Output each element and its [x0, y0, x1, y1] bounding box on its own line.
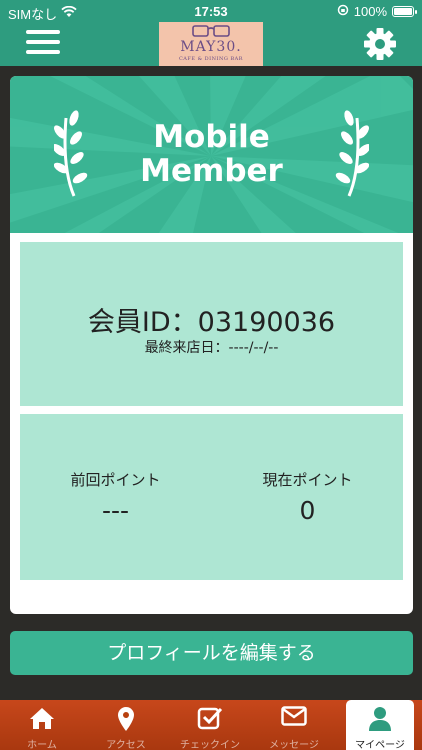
tab-access[interactable]: アクセス	[84, 700, 168, 750]
tab-access-label: アクセス	[106, 740, 146, 750]
member-info-panel: 会員ID：03190036 最終来店日：----/--/--	[20, 242, 403, 406]
brand-logo: MAY30. CAFE & DINING BAR	[159, 22, 263, 66]
status-bar: SIMなし 17:53 100%	[0, 0, 422, 22]
app-header: MAY30. CAFE & DINING BAR	[0, 22, 422, 66]
menu-icon-line	[26, 30, 60, 34]
tab-mypage-label: マイページ	[355, 740, 405, 750]
edit-profile-button[interactable]: プロフィールを編集する	[10, 631, 413, 675]
settings-button[interactable]	[363, 27, 397, 61]
last-visit-date: 最終来店日：----/--/--	[144, 340, 279, 356]
gear-icon	[364, 28, 396, 60]
glasses-icon	[192, 25, 230, 37]
tab-mypage[interactable]: マイページ	[346, 700, 414, 750]
tab-message[interactable]: メッセージ	[252, 700, 336, 750]
current-points-label: 現在ポイント	[262, 471, 353, 489]
home-icon	[30, 708, 54, 729]
member-banner: Mobile Member	[10, 76, 413, 233]
menu-icon-line	[26, 40, 60, 44]
user-icon	[369, 707, 391, 731]
logo-title: MAY30.	[180, 39, 242, 55]
membership-card: Mobile Member 会員ID：03190036 最終来店日：----/-…	[10, 76, 413, 614]
current-points-value: 0	[299, 496, 316, 525]
tab-home-label: ホーム	[27, 740, 57, 750]
logo-subtitle: CAFE & DINING BAR	[178, 56, 244, 62]
tab-message-label: メッセージ	[269, 740, 319, 750]
hamburger-menu-button[interactable]	[26, 30, 60, 58]
points-panel: 前回ポイント --- 現在ポイント 0	[20, 414, 403, 580]
tab-checkin[interactable]: チェックイン	[168, 700, 252, 750]
envelope-icon	[281, 706, 307, 726]
rotation-lock-icon	[337, 4, 349, 19]
status-right: 100%	[337, 4, 417, 19]
map-pin-icon	[118, 707, 134, 731]
member-id: 会員ID：03190036	[87, 307, 336, 338]
tab-checkin-label: チェックイン	[180, 740, 240, 750]
menu-icon-line	[26, 50, 60, 54]
laurel-icon	[335, 110, 369, 197]
tab-home[interactable]: ホーム	[0, 700, 84, 750]
checkin-icon	[197, 707, 223, 730]
battery-percent: 100%	[353, 4, 387, 19]
previous-points-label: 前回ポイント	[70, 471, 161, 489]
previous-points-value: ---	[101, 496, 130, 525]
bottom-tab-bar: ホーム アクセス チェックイン メッセージ マイページ	[0, 700, 422, 750]
battery-icon	[392, 6, 417, 17]
